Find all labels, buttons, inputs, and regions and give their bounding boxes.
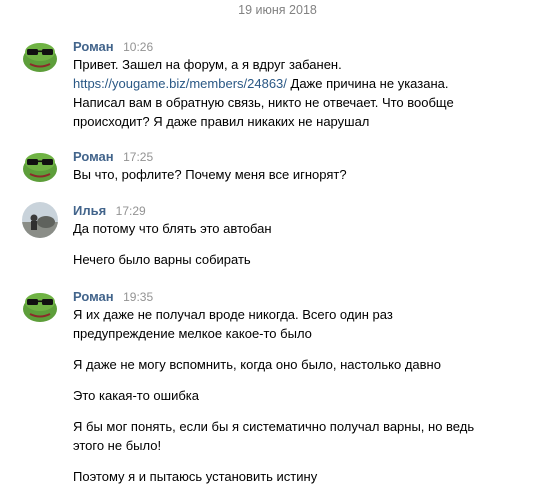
message-text: происходит? Я даже правил никаких не нар… (73, 114, 370, 129)
avatar[interactable] (22, 288, 58, 324)
pepe-frog-icon (22, 148, 58, 184)
avatar[interactable] (22, 38, 58, 74)
message-text: Написал вам в обратную связь, никто не о… (73, 95, 454, 110)
message-text: Привет. Зашел на форум, а я вдруг забане… (73, 57, 342, 72)
message-text: Вы что, рофлите? Почему меня все игнорят… (73, 167, 347, 182)
user-photo-icon (22, 202, 58, 238)
pepe-frog-icon (22, 38, 58, 74)
message-text: Это какая-то ошибка (73, 388, 199, 403)
message-text: Я даже не могу вспомнить, когда оно было… (73, 357, 441, 372)
message-text: Да потому что блять это автобан (73, 221, 272, 236)
avatar[interactable] (22, 202, 58, 238)
author-name[interactable]: Роман (73, 39, 114, 54)
message-time[interactable]: 17:25 (123, 150, 153, 164)
message-time[interactable]: 19:35 (123, 290, 153, 304)
message-text: предупреждение мелкое какое-то было (73, 326, 312, 341)
author-name[interactable]: Роман (73, 289, 114, 304)
avatar[interactable] (22, 148, 58, 184)
message-time[interactable]: 17:29 (116, 204, 146, 218)
message-text: Поэтому я и пытаюсь установить истину (73, 469, 318, 484)
message-text: Я их даже не получал вроде никогда. Всег… (73, 307, 393, 322)
message-text: Я бы мог понять, если бы я систематично … (73, 419, 475, 434)
message-text: Даже причина не указана. (290, 76, 449, 91)
author-name[interactable]: Роман (73, 149, 114, 164)
date-separator: 19 июня 2018 (238, 3, 317, 17)
message-text: Нечего было варны собирать (73, 252, 251, 267)
author-name[interactable]: Илья (73, 203, 106, 218)
message-time[interactable]: 10:26 (123, 40, 153, 54)
pepe-frog-icon (22, 288, 58, 324)
message-text: этого не было! (73, 438, 162, 453)
profile-link[interactable]: https://yougame.biz/members/24863/ (73, 76, 287, 91)
message-text-with-link: https://yougame.biz/members/24863/ Даже … (73, 75, 533, 93)
